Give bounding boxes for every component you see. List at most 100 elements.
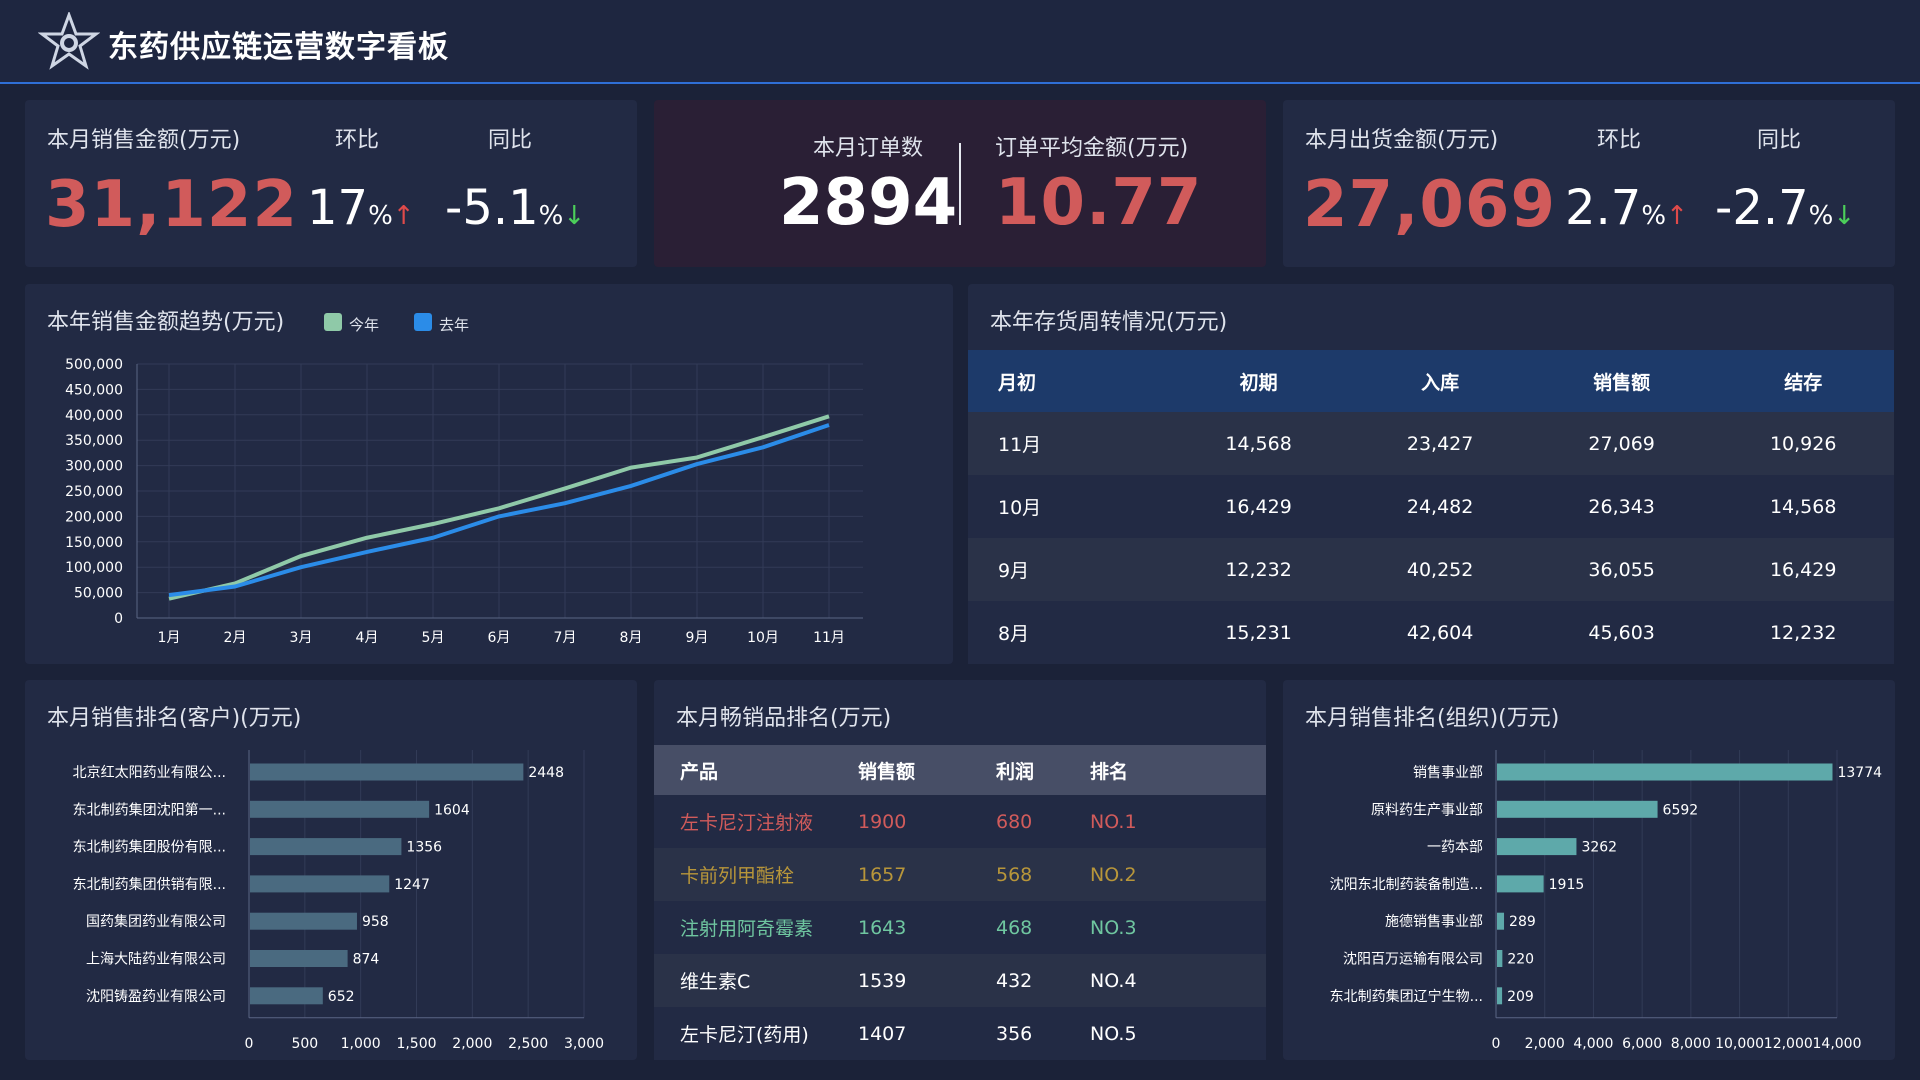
x-tick-label: 2,000 (1525, 1036, 1565, 1052)
category-label: 国药集团药业有限公司 (86, 913, 226, 930)
product-profit-cell: 680 (996, 795, 1090, 848)
product-rank-cell: NO.1 (1090, 795, 1266, 848)
category-label: 东北制药集团股份有限... (73, 839, 226, 856)
sales-yoy-label: 同比 (488, 128, 533, 153)
x-tick-label: 2月 (224, 630, 247, 646)
arrow-up-icon: ↑ (392, 201, 415, 231)
table-cell: 15,231 (1167, 601, 1350, 664)
page-title: 东药供应链运营数字看板 (108, 30, 449, 65)
y-tick-label: 400,000 (65, 408, 123, 424)
x-tick-label: 1,000 (341, 1036, 381, 1052)
product-sales-cell: 1539 (858, 954, 996, 1007)
table-row[interactable]: 维生素C 1539 432 NO.4 (654, 954, 1266, 1007)
table-cell: 10,926 (1712, 412, 1894, 475)
y-tick-label: 50,000 (74, 586, 123, 602)
table-cell: 26,343 (1530, 475, 1713, 538)
table-row[interactable]: 9月 12,232 40,252 36,055 16,429 (968, 538, 1894, 601)
org-rank-panel: 本月销售排名(组织)(万元) 0 2,000 4,000 6,000 8,000 10,0… (1283, 680, 1895, 1060)
shipment-yoy-number: -2.7 (1715, 180, 1809, 236)
category-label: 沈阳铸盈药业有限公司 (86, 989, 226, 1005)
col-header-month: 月初 (968, 350, 1168, 412)
sales-yoy-unit: % (538, 201, 564, 231)
kpi-divider (959, 143, 961, 225)
inventory-title: 本年存货周转情况(万元) (990, 310, 1228, 335)
sales-mom-number: 17 (307, 180, 369, 236)
table-cell: 14,568 (1167, 412, 1350, 475)
x-tick-label: 3,000 (564, 1036, 604, 1052)
col-header-profit: 利润 (996, 745, 1090, 795)
table-cell: 45,603 (1530, 601, 1713, 664)
product-name-cell: 左卡尼汀注射液 (654, 795, 858, 848)
bar-value-label: 3262 (1581, 840, 1617, 856)
bar (250, 800, 430, 818)
product-profit-cell: 432 (996, 954, 1090, 1007)
table-cell: 12,232 (1712, 601, 1894, 664)
table-row[interactable]: 10月 16,429 24,482 26,343 14,568 (968, 475, 1894, 538)
y-tick-label: 200,000 (65, 509, 123, 525)
y-tick-label: 450,000 (65, 382, 123, 398)
bar-value-label: 289 (1509, 914, 1536, 930)
x-tick-label: 1,500 (396, 1036, 436, 1052)
table-row[interactable]: 左卡尼汀(药用) 1407 356 NO.5 (654, 1007, 1266, 1060)
product-profit-cell: 468 (996, 901, 1090, 954)
customer-bar-chart: 0 500 1,000 1,500 2,000 2,500 3,000 北京红太阳药业有限公.… (73, 750, 604, 1052)
table-cell: 9月 (968, 538, 1168, 601)
bar (1497, 912, 1505, 930)
product-sales-cell: 1657 (858, 848, 996, 901)
trend-line-chart: 0 50,000 100,000 150,000 200,000 250,000 300,0… (65, 357, 863, 646)
shipment-mom-unit: % (1641, 201, 1667, 231)
table-row[interactable]: 左卡尼汀注射液 1900 680 NO.1 (654, 795, 1266, 848)
x-tick-label: 7月 (554, 630, 577, 646)
product-sales-cell: 1643 (858, 901, 996, 954)
table-cell: 12,232 (1167, 538, 1350, 601)
table-row[interactable]: 11月 14,568 23,427 27,069 10,926 (968, 412, 1894, 475)
table-row[interactable]: 注射用阿奇霉素 1643 468 NO.3 (654, 901, 1266, 954)
x-tick-label: 14,000 (1813, 1036, 1862, 1052)
table-cell: 16,429 (1167, 475, 1350, 538)
x-tick-label: 12,000 (1764, 1036, 1813, 1052)
category-label: 东北制药集团供销有限... (73, 876, 226, 893)
bar (250, 987, 323, 1005)
arrow-up-icon: ↑ (1666, 201, 1688, 231)
dashboard-header: 东药供应链运营数字看板 (0, 0, 1920, 84)
sales-kpi-label: 本月销售金额(万元) (47, 128, 241, 153)
product-rank-cell: NO.2 (1090, 848, 1266, 901)
category-label: 施德销售事业部 (1385, 914, 1483, 930)
x-tick-label: 5月 (422, 630, 445, 646)
x-tick-label: 10月 (747, 630, 779, 646)
bar-value-label: 1247 (394, 877, 430, 893)
product-sales-cell: 1407 (858, 1007, 996, 1060)
table-cell: 42,604 (1349, 601, 1531, 664)
bar (250, 838, 402, 856)
order-avg-label: 订单平均金额(万元) (995, 136, 1189, 161)
star-badge-icon (38, 12, 100, 70)
bar (1497, 987, 1503, 1005)
table-row[interactable]: 8月 15,231 42,604 45,603 12,232 (968, 601, 1894, 664)
col-header-rank: 排名 (1090, 745, 1266, 795)
order-avg-value: 10.77 (995, 166, 1203, 240)
x-tick-label: 10,000 (1715, 1036, 1764, 1052)
table-row[interactable]: 卡前列甲酯栓 1657 568 NO.2 (654, 848, 1266, 901)
bar (1497, 800, 1658, 818)
sales-kpi-card: 本月销售金额(万元) 环比 同比 31,122 17%↑ -5.1%↓ (25, 100, 637, 267)
x-tick-label: 1月 (158, 630, 181, 646)
product-rank-cell: NO.4 (1090, 954, 1266, 1007)
bar (250, 875, 390, 893)
y-tick-label: 250,000 (65, 484, 123, 500)
category-label: 沈阳东北制药装备制造... (1330, 876, 1483, 893)
order-kpi-card: 本月订单数 2894 订单平均金额(万元) 10.77 (654, 100, 1266, 267)
x-tick-label: 2,000 (452, 1036, 492, 1052)
bar (1497, 950, 1503, 967)
shipment-mom-number: 2.7 (1565, 180, 1642, 236)
bar (250, 950, 348, 967)
product-rank-cell: NO.5 (1090, 1007, 1266, 1060)
order-count-value: 2894 (779, 166, 958, 240)
product-profit-cell: 356 (996, 1007, 1090, 1060)
bar-value-label: 652 (328, 989, 355, 1005)
category-label: 北京红太阳药业有限公... (73, 765, 226, 781)
y-tick-label: 100,000 (65, 560, 123, 576)
product-rank-cell: NO.3 (1090, 901, 1266, 954)
col-header-inbound: 入库 (1349, 350, 1531, 412)
bar-value-label: 1356 (406, 840, 442, 856)
x-tick-label: 6月 (488, 630, 511, 646)
